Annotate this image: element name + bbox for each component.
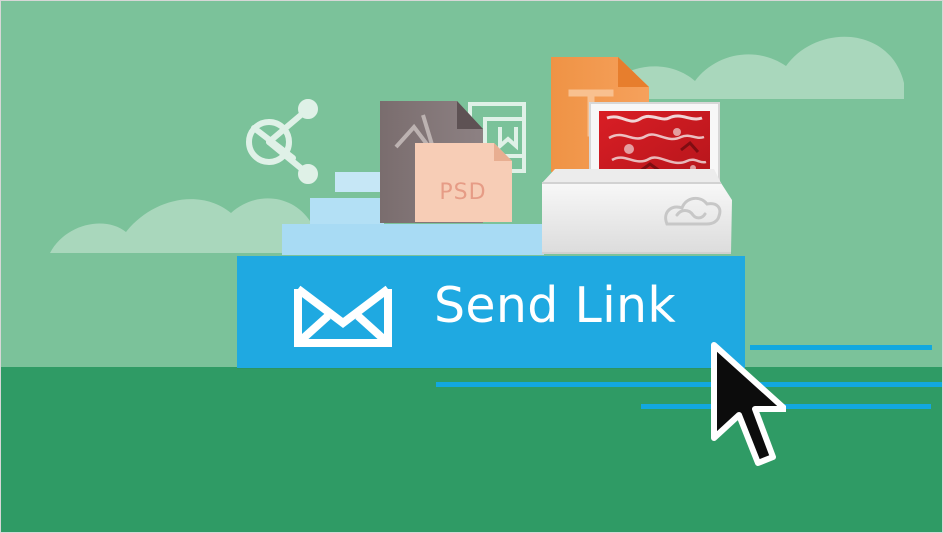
send-link-button[interactable]: Send Link xyxy=(237,256,745,368)
send-link-label: Send Link xyxy=(434,277,677,334)
stack-step-bottom xyxy=(282,224,544,255)
accent-line-middle xyxy=(436,382,942,387)
mail-icon xyxy=(294,285,392,347)
illustration-frame: PSD Send Link xyxy=(0,0,943,533)
pointer-cursor-icon xyxy=(711,342,786,466)
accent-line-bottom xyxy=(641,404,931,409)
stack-step-middle xyxy=(310,198,384,227)
creative-cloud-folder xyxy=(542,169,732,254)
psd-label: PSD xyxy=(439,180,487,205)
ground-background xyxy=(1,367,942,532)
